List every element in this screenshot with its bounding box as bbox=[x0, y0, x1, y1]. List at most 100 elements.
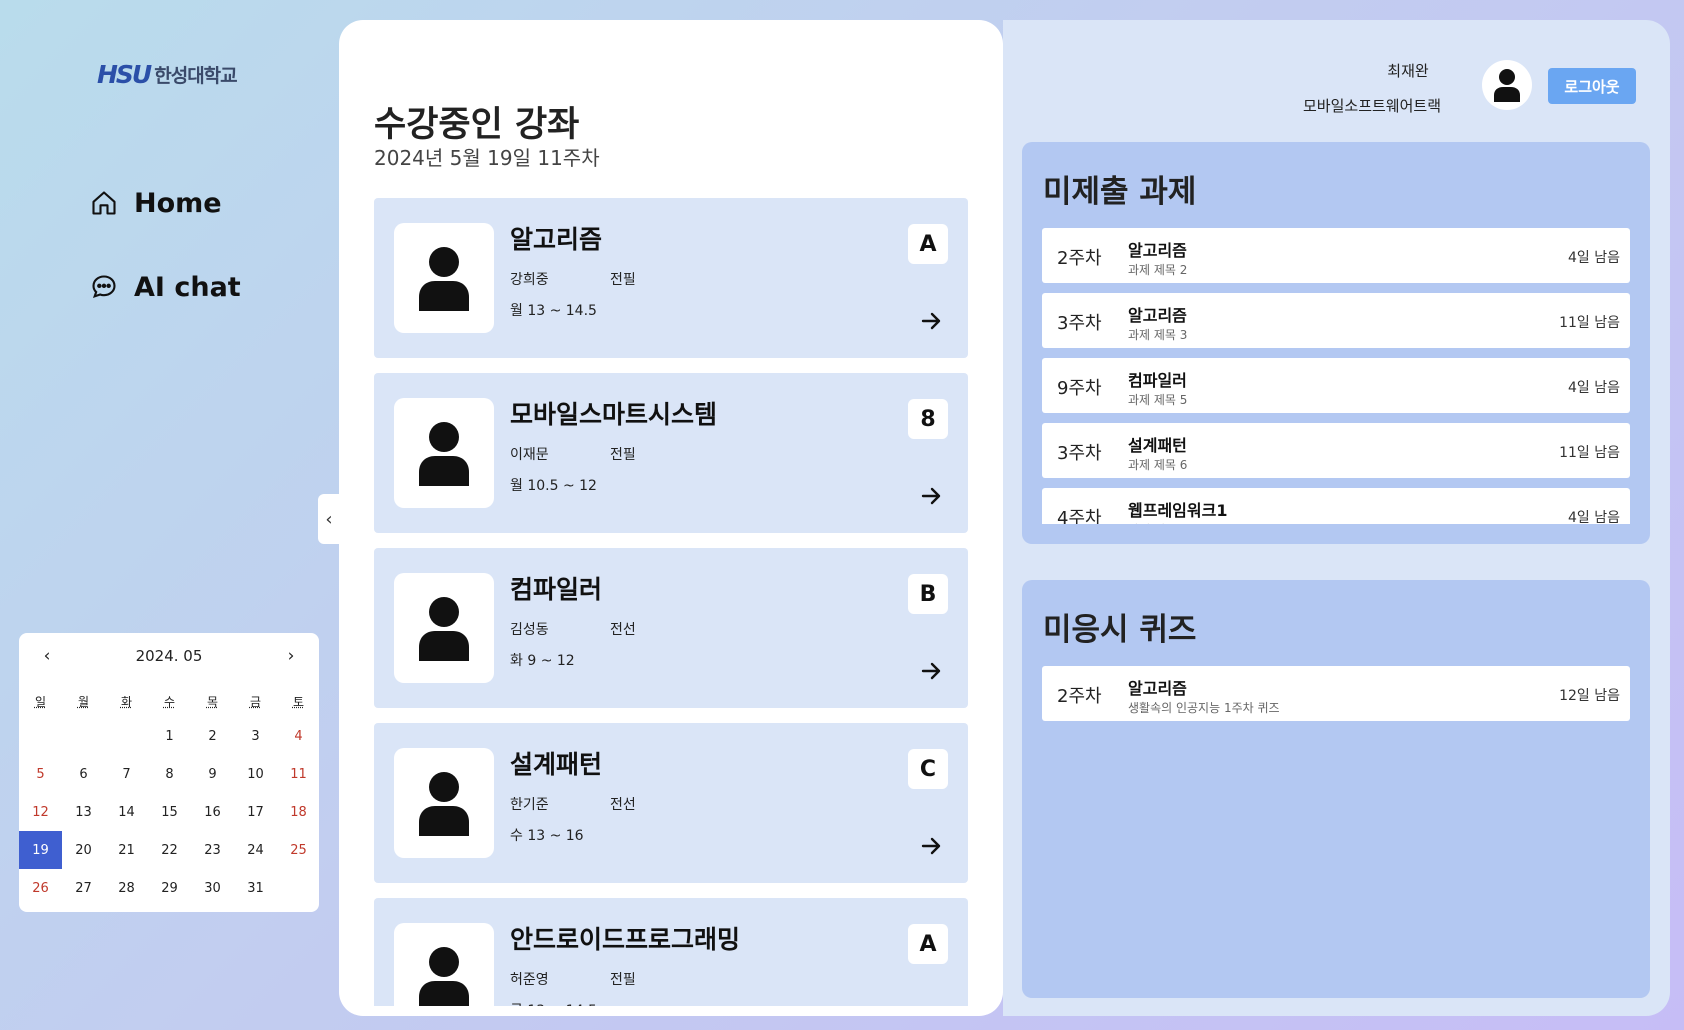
calendar-day[interactable]: 2 bbox=[191, 717, 234, 755]
calendar-day[interactable]: 9 bbox=[191, 755, 234, 793]
calendar-day[interactable]: 25 bbox=[277, 831, 320, 869]
course-avatar bbox=[394, 923, 494, 1006]
calendar-day[interactable]: 31 bbox=[234, 869, 277, 907]
arrow-right-icon[interactable] bbox=[920, 485, 942, 507]
logout-button[interactable]: 로그아웃 bbox=[1548, 68, 1636, 104]
item-course: 알고리즘 bbox=[1128, 679, 1187, 698]
course-avatar bbox=[394, 223, 494, 333]
collapse-sidebar-button[interactable]: ‹ bbox=[318, 494, 340, 544]
university-logo[interactable]: HSU 한성대학교 bbox=[97, 60, 238, 89]
course-avatar bbox=[394, 748, 494, 858]
course-professor: 김성동 bbox=[510, 622, 549, 638]
calendar-blank bbox=[105, 717, 148, 755]
assignment-item[interactable]: 2주차 알고리즘 과제 제목 2 4일 남음 bbox=[1042, 228, 1630, 283]
nav-label: AI chat bbox=[134, 271, 241, 303]
calendar-day[interactable]: 28 bbox=[105, 869, 148, 907]
calendar-next-button[interactable]: › bbox=[281, 646, 301, 666]
course-grade-badge: 8 bbox=[908, 399, 948, 439]
course-person-icon bbox=[419, 422, 469, 486]
calendar-day[interactable]: 17 bbox=[234, 793, 277, 831]
item-due: 11일 남음 bbox=[1559, 315, 1620, 331]
arrow-right-icon[interactable] bbox=[920, 310, 942, 332]
calendar-header: ‹ 2024. 05 › bbox=[19, 643, 319, 669]
user-avatar[interactable] bbox=[1482, 60, 1532, 110]
calendar-day[interactable]: 5 bbox=[19, 755, 62, 793]
calendar-day[interactable]: 26 bbox=[19, 869, 62, 907]
calendar-blank bbox=[19, 717, 62, 755]
course-card[interactable]: 모바일스마트시스템 이재문 전필 월 10.5 ~ 12 8 bbox=[374, 373, 968, 533]
course-card[interactable]: 설계패턴 한기준 전선 수 13 ~ 16 C bbox=[374, 723, 968, 883]
calendar-day[interactable]: 11 bbox=[277, 755, 320, 793]
calendar-prev-button[interactable]: ‹ bbox=[37, 646, 57, 666]
nav-item-home[interactable]: Home bbox=[90, 180, 241, 226]
calendar-day[interactable]: 27 bbox=[62, 869, 105, 907]
calendar-day[interactable]: 22 bbox=[148, 831, 191, 869]
calendar-day[interactable]: 6 bbox=[62, 755, 105, 793]
course-card[interactable]: 안드로이드프로그래밍허준영 전필금 13 ~ 14.5 A bbox=[374, 898, 968, 1006]
calendar-day[interactable]: 3 bbox=[234, 717, 277, 755]
weekday-label: 토 bbox=[292, 695, 305, 709]
calendar-day[interactable]: 18 bbox=[277, 793, 320, 831]
course-time: 금 13 ~ 14.5 bbox=[510, 1000, 597, 1006]
course-name: 설계패턴 bbox=[510, 750, 603, 779]
item-course: 알고리즘 bbox=[1128, 306, 1187, 325]
item-due: 12일 남음 bbox=[1559, 688, 1620, 704]
calendar-day[interactable]: 20 bbox=[62, 831, 105, 869]
weekday-label: 월 bbox=[77, 695, 90, 709]
calendar-day[interactable]: 19 bbox=[19, 831, 62, 869]
mini-calendar: ‹ 2024. 05 › 일 월 화 수 목 금 토 1 2 3 4 5 6 7 8 9 10 11… bbox=[19, 633, 319, 912]
course-card[interactable]: 알고리즘 강희중 전필 월 13 ~ 14.5 A bbox=[374, 198, 968, 358]
nav-label: Home bbox=[134, 187, 222, 219]
calendar-day[interactable]: 15 bbox=[148, 793, 191, 831]
arrow-right-icon[interactable] bbox=[920, 835, 942, 857]
section-title: 미응시 퀴즈 bbox=[1043, 612, 1197, 648]
nav-item-ai-chat[interactable]: AI chat bbox=[90, 264, 241, 310]
calendar-day[interactable]: 10 bbox=[234, 755, 277, 793]
sidebar-nav: Home AI chat bbox=[90, 180, 241, 348]
calendar-day[interactable]: 23 bbox=[191, 831, 234, 869]
assignment-item[interactable]: 3주차 설계패턴 과제 제목 6 11일 남음 bbox=[1042, 423, 1630, 478]
course-card[interactable]: 컴파일러 김성동 전선 화 9 ~ 12 B bbox=[374, 548, 968, 708]
calendar-day[interactable]: 1 bbox=[148, 717, 191, 755]
calendar-day[interactable]: 21 bbox=[105, 831, 148, 869]
weekday-label: 화 bbox=[120, 695, 133, 709]
user-track: 모바일소프트웨어트랙 bbox=[1303, 97, 1442, 115]
course-avatar bbox=[394, 573, 494, 683]
item-week: 2주차 bbox=[1057, 686, 1102, 707]
calendar-day[interactable]: 13 bbox=[62, 793, 105, 831]
course-avatar bbox=[394, 398, 494, 508]
calendar-day[interactable]: 16 bbox=[191, 793, 234, 831]
calendar-day[interactable]: 4 bbox=[277, 717, 320, 755]
calendar-month-title[interactable]: 2024. 05 bbox=[136, 647, 203, 665]
calendar-blank bbox=[62, 717, 105, 755]
assignment-item[interactable]: 4주차 웹프레임워크1과제 제목 8 4일 남음 bbox=[1042, 488, 1630, 524]
course-professor: 이재문 bbox=[510, 447, 549, 463]
course-professor: 허준영 bbox=[510, 972, 549, 988]
assignment-item[interactable]: 3주차 알고리즘 과제 제목 3 11일 남음 bbox=[1042, 293, 1630, 348]
course-person-icon bbox=[419, 247, 469, 311]
assignment-item[interactable]: 9주차 컴파일러 과제 제목 5 4일 남음 bbox=[1042, 358, 1630, 413]
calendar-days-grid: 1 2 3 4 5 6 7 8 9 10 11 12 13 14 15 16 17 18 19 20 21 22 23 24 2… bbox=[19, 717, 319, 907]
course-person-icon bbox=[419, 772, 469, 836]
assignments-section: 미제출 과제 2주차 알고리즘 과제 제목 2 4일 남음 3주차 알고리즘 과제 제목 3… bbox=[1022, 142, 1650, 544]
item-title: 과제 제목 6 bbox=[1128, 458, 1188, 472]
calendar-day[interactable]: 7 bbox=[105, 755, 148, 793]
calendar-day[interactable]: 29 bbox=[148, 869, 191, 907]
weekday-label: 수 bbox=[163, 695, 176, 709]
calendar-day[interactable]: 8 bbox=[148, 755, 191, 793]
course-grade-badge: B bbox=[908, 574, 948, 614]
item-title: 과제 제목 8 bbox=[1128, 521, 1187, 524]
home-icon bbox=[92, 191, 116, 215]
course-type: 전필 bbox=[610, 272, 636, 288]
calendar-day[interactable]: 14 bbox=[105, 793, 148, 831]
user-name: 최재완 bbox=[1387, 62, 1429, 80]
course-time: 월 13 ~ 14.5 bbox=[510, 303, 597, 319]
course-professor: 강희중 bbox=[510, 272, 549, 288]
calendar-day[interactable]: 12 bbox=[19, 793, 62, 831]
calendar-day[interactable]: 30 bbox=[191, 869, 234, 907]
course-time: 월 10.5 ~ 12 bbox=[510, 478, 597, 494]
item-title: 과제 제목 2 bbox=[1128, 263, 1188, 277]
arrow-right-icon[interactable] bbox=[920, 660, 942, 682]
calendar-day[interactable]: 24 bbox=[234, 831, 277, 869]
quiz-item[interactable]: 2주차 알고리즘 생활속의 인공지능 1주차 퀴즈 12일 남음 bbox=[1042, 666, 1630, 721]
